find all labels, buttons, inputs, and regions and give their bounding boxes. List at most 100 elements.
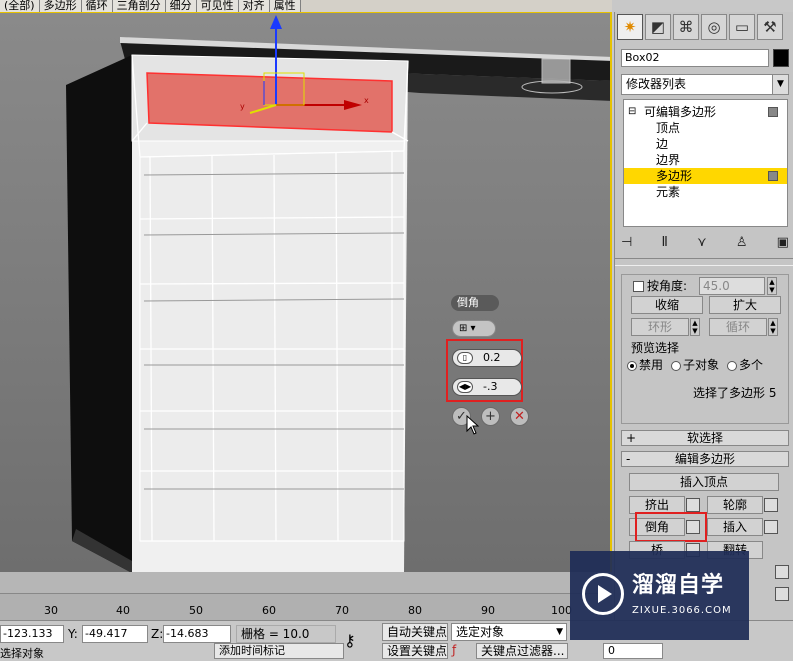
bevel-outline-field[interactable]: ◀▶ -.3 <box>452 378 522 396</box>
object-name-field[interactable]: Box02 <box>621 49 769 67</box>
inset-settings-button[interactable] <box>764 520 778 534</box>
stack-item-element[interactable]: 元素 <box>624 184 787 200</box>
configure-sets-icon[interactable]: ▣ <box>777 232 789 254</box>
modify-tab-icon[interactable]: ◩ <box>645 14 671 40</box>
key-filters-button[interactable]: 关键点过滤器... <box>476 643 568 659</box>
caddy-apply-button[interactable]: + <box>481 407 500 426</box>
inset-button[interactable]: 插入 <box>707 518 763 536</box>
z-coordinate-field[interactable]: -14.683 <box>163 625 231 643</box>
stack-toolbar: ⊣ Ⅱ ⋎ ♙ ▣ <box>621 232 789 254</box>
selected-object-dropdown[interactable]: 选定对象 ▼ <box>451 623 567 641</box>
hierarchy-tab-icon[interactable]: ⌘ <box>673 14 699 40</box>
modifier-list-dropdown[interactable]: 修改器列表 ▼ <box>621 74 789 95</box>
panel-settings-button[interactable] <box>775 587 789 601</box>
rollout-title: 软选择 <box>686 431 723 445</box>
display-tab-icon[interactable]: ▭ <box>729 14 755 40</box>
add-time-tag-field[interactable]: 添加时间标记 <box>214 643 344 659</box>
shrink-button[interactable]: 收缩 <box>631 296 703 314</box>
caddy-cancel-button[interactable]: ✕ <box>510 407 529 426</box>
angle-value-field[interactable]: 45.0 <box>699 277 765 295</box>
radio-label: 多个 <box>739 358 764 372</box>
modifier-stack: ⊟ 可编辑多边形 顶点 边 边界 多边形 元素 <box>623 99 788 227</box>
preview-multi-radio[interactable]: 多个 <box>727 356 763 373</box>
timeline-tick: 60 <box>262 604 276 617</box>
outline-icon: ◀▶ <box>457 381 473 393</box>
x-coordinate-field[interactable]: -123.133 <box>0 625 64 643</box>
stack-item-toggle[interactable] <box>768 171 778 181</box>
stack-item-editable-poly[interactable]: ⊟ 可编辑多边形 <box>624 104 787 120</box>
preview-subobject-radio[interactable]: 子对象 <box>671 356 719 373</box>
ring-spinner[interactable]: ▲ ▼ <box>690 318 700 336</box>
key-icon[interactable]: ⚷ <box>344 631 356 650</box>
ring-button[interactable]: 环形 <box>631 318 689 336</box>
time-slider-track[interactable] <box>0 572 612 594</box>
current-frame-field[interactable]: 0 <box>603 643 663 659</box>
set-key-icon[interactable]: ƒ <box>452 643 456 657</box>
preview-selection-title: 预览选择 <box>631 341 680 355</box>
radio-indicator <box>627 360 637 371</box>
object-color-swatch[interactable] <box>773 49 789 67</box>
make-unique-icon[interactable]: ⋎ <box>697 232 707 254</box>
collapse-icon: ⊟ <box>628 106 637 117</box>
timeline-ruler: 30 40 50 60 70 80 90 100 <box>0 594 612 620</box>
bevel-height-value: 0.2 <box>483 351 501 364</box>
radio-indicator <box>671 360 682 371</box>
soft-selection-rollout[interactable]: + 软选择 <box>621 430 789 446</box>
panel-settings-button[interactable] <box>775 565 789 579</box>
panel-separator <box>615 258 793 266</box>
ribbon-tab[interactable]: 三角剖分 <box>112 0 166 12</box>
perspective-viewport[interactable]: x y <box>0 12 612 572</box>
remove-modifier-icon[interactable]: ♙ <box>736 232 748 254</box>
auto-key-button[interactable]: 自动关键点 <box>382 623 448 641</box>
by-angle-checkbox[interactable]: 按角度: <box>633 277 687 294</box>
ribbon-tab[interactable]: 多边形 <box>39 0 82 12</box>
watermark: 溜溜自学 ZIXUE.3066.COM <box>570 551 749 640</box>
angle-spinner[interactable]: ▲ ▼ <box>767 277 777 295</box>
stack-item-edge[interactable]: 边 <box>624 136 787 152</box>
bevel-height-field[interactable]: ▯ 0.2 <box>452 349 522 367</box>
bevel-caddy: 倒角 ⊞ ▾ ▯ 0.2 ◀▶ -.3 ✓ + ✕ <box>446 293 532 435</box>
ribbon-tab[interactable]: 属性 <box>269 0 301 12</box>
chevron-down-icon: ▼ <box>556 627 563 637</box>
grow-button[interactable]: 扩大 <box>709 296 781 314</box>
ribbon-tab[interactable]: 对齐 <box>238 0 270 12</box>
y-coordinate-field[interactable]: -49.417 <box>82 625 148 643</box>
stack-item-border[interactable]: 边界 <box>624 152 787 168</box>
ribbon-tabs: (全部) 多边形 循环 三角剖分 细分 可见性 对齐 属性 <box>0 0 612 12</box>
stack-item-polygon[interactable]: 多边形 <box>624 168 787 184</box>
insert-vertex-button[interactable]: 插入顶点 <box>629 473 779 491</box>
outline-settings-button[interactable] <box>764 498 778 512</box>
timeline-tick: 50 <box>189 604 203 617</box>
pin-stack-icon[interactable]: ⊣ <box>621 232 632 254</box>
utilities-tab-icon[interactable]: ⚒ <box>757 14 783 40</box>
radio-label: 禁用 <box>639 358 664 372</box>
stack-item-vertex[interactable]: 顶点 <box>624 120 787 136</box>
ribbon-tab[interactable]: (全部) <box>0 0 40 12</box>
mouse-cursor-icon <box>466 415 480 435</box>
svg-text:x: x <box>364 96 369 105</box>
z-label: Z: <box>151 627 164 641</box>
by-angle-label: 按角度: <box>647 279 688 293</box>
watermark-url: ZIXUE.3066.COM <box>632 605 732 616</box>
ribbon-tab[interactable]: 可见性 <box>196 0 239 12</box>
stack-item-toggle[interactable] <box>768 107 778 117</box>
outline-button[interactable]: 轮廓 <box>707 496 763 514</box>
caddy-mode-dropdown[interactable]: ⊞ ▾ <box>452 320 496 337</box>
edit-polygons-rollout[interactable]: - 编辑多边形 <box>621 451 789 467</box>
ribbon-tab[interactable]: 循环 <box>81 0 113 12</box>
motion-tab-icon[interactable]: ◎ <box>701 14 727 40</box>
set-key-button[interactable]: 设置关键点 <box>382 643 448 659</box>
extrude-settings-button[interactable] <box>686 498 700 512</box>
loop-button[interactable]: 循环 <box>709 318 767 336</box>
timeline-tick: 90 <box>481 604 495 617</box>
preview-off-radio[interactable]: 禁用 <box>627 356 663 373</box>
create-tab-icon[interactable]: ✷ <box>617 14 643 40</box>
timeline[interactable]: 30 40 50 60 70 80 90 100 <box>0 572 612 620</box>
show-end-result-icon[interactable]: Ⅱ <box>662 232 668 254</box>
grid-size-text: 栅格 = 10.0 <box>236 625 336 643</box>
stack-item-label: 边界 <box>656 153 681 167</box>
stack-item-label: 可编辑多边形 <box>644 105 717 119</box>
loop-spinner[interactable]: ▲ ▼ <box>768 318 778 336</box>
ribbon-tab[interactable]: 细分 <box>165 0 197 12</box>
stack-item-label: 顶点 <box>656 121 681 135</box>
